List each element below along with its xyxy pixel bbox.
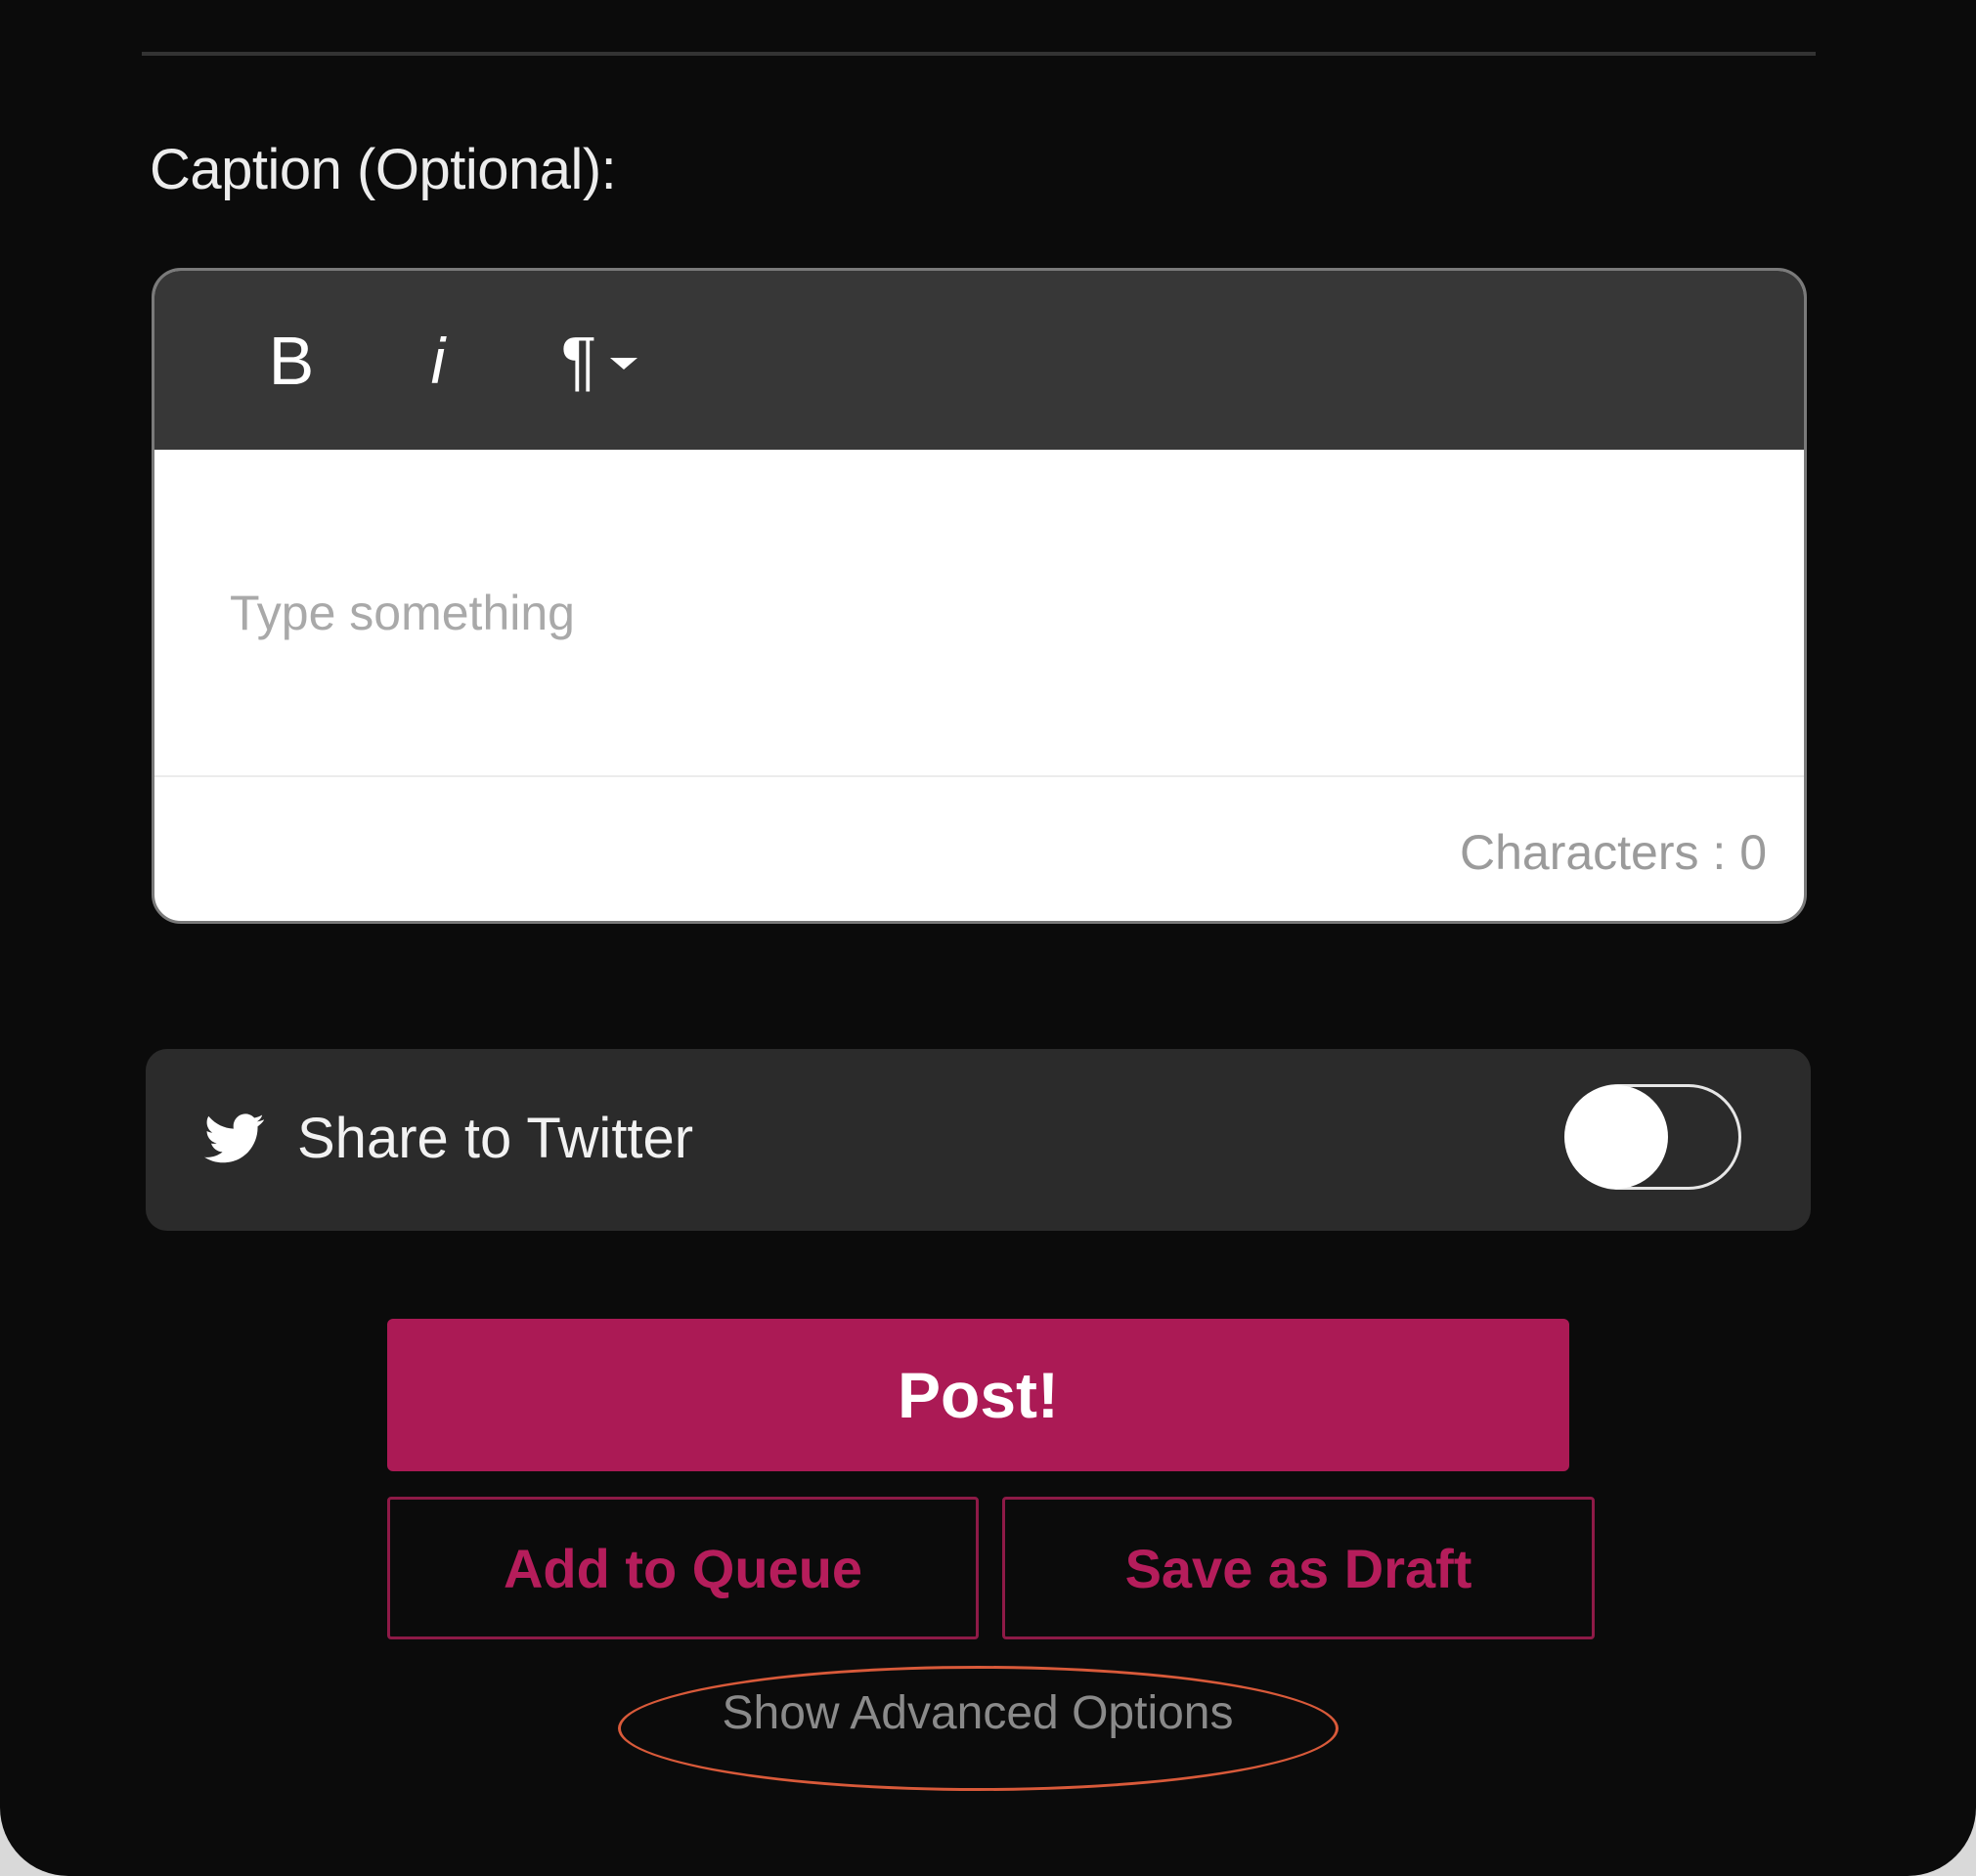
editor-toolbar: B i ¶: [154, 271, 1804, 450]
twitter-bird-icon: [204, 1113, 264, 1163]
post-button[interactable]: Post!: [387, 1319, 1569, 1471]
share-to-twitter-label: Share to Twitter: [297, 1107, 694, 1170]
character-count: Characters : 0: [1459, 825, 1767, 880]
bold-button[interactable]: B: [238, 271, 345, 450]
italic-icon: i: [430, 324, 446, 397]
caption-editor: B i ¶ Type something Characters : 0: [152, 268, 1807, 924]
section-divider: [142, 52, 1816, 56]
caption-text-area[interactable]: Type something: [154, 450, 1804, 777]
chevron-down-icon: [610, 357, 638, 370]
paragraph-format-dropdown[interactable]: ¶: [526, 271, 673, 450]
toggle-knob: [1564, 1085, 1668, 1189]
italic-button[interactable]: i: [384, 271, 492, 450]
save-as-draft-button[interactable]: Save as Draft: [1002, 1497, 1595, 1639]
show-advanced-options-link[interactable]: Show Advanced Options: [684, 1686, 1271, 1740]
paragraph-icon: ¶: [560, 323, 597, 398]
share-to-twitter-toggle[interactable]: [1564, 1084, 1741, 1190]
post-composer-panel: Caption (Optional): B i ¶ Type something…: [0, 0, 1976, 1876]
caption-placeholder: Type something: [230, 586, 575, 640]
bold-icon: B: [268, 322, 315, 399]
share-to-twitter-row: Share to Twitter: [146, 1049, 1811, 1231]
add-to-queue-button[interactable]: Add to Queue: [387, 1497, 979, 1639]
caption-label: Caption (Optional):: [150, 138, 617, 201]
